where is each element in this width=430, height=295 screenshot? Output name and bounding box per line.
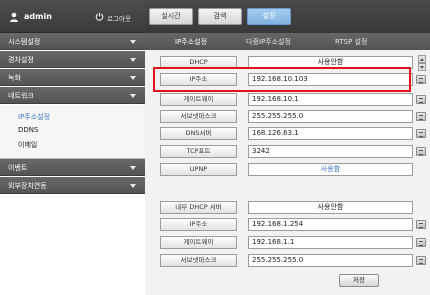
scroll-down-icon[interactable] <box>418 63 426 71</box>
chevron-down-icon <box>130 76 136 80</box>
internal-ip-row: IP주소 192.168.1.254 <box>145 217 430 232</box>
sidebar-item-system[interactable]: 시스템설정 <box>0 33 145 50</box>
user-icon <box>10 12 18 22</box>
upnp-label: UPNP <box>160 163 237 176</box>
logout-button[interactable]: 로그아웃 <box>107 13 131 23</box>
subtab-multi-ip[interactable]: 다중IP주소설정 <box>246 37 291 47</box>
chevron-down-icon <box>130 40 136 44</box>
keyboard-icon[interactable] <box>416 129 426 138</box>
chevron-down-icon <box>130 166 136 170</box>
ip-label: IP주소 <box>160 73 237 86</box>
sub-tab-bar: IP주소설정 다중IP주소설정 RTSP 설정 <box>145 33 430 50</box>
user-bar: admin 로그아웃 <box>0 0 145 33</box>
upnp-row: UPNP 사용함 <box>145 162 430 177</box>
ip-row: IP주소 192.168.10.103 <box>145 72 430 87</box>
dhcp-select[interactable]: 사용안함 <box>248 56 413 69</box>
submenu-item-ip[interactable]: IP주소설정 <box>18 112 50 122</box>
keyboard-icon[interactable] <box>416 256 426 265</box>
internal-dhcp-row: 내부 DHCP 서버 사용안함 <box>145 200 430 215</box>
tcp-port-field[interactable]: 3242 <box>248 145 413 158</box>
keyboard-icon[interactable] <box>416 75 426 84</box>
internal-gateway-field[interactable]: 192.168.1.1 <box>248 236 413 249</box>
internal-subnet-label: 서브넷마스크 <box>160 254 237 267</box>
sidebar-item-network[interactable]: 네트워크 <box>0 87 145 104</box>
tcp-port-label: TCP포트 <box>160 145 237 158</box>
internal-ip-label: IP주소 <box>160 218 237 231</box>
sidebar-item-label: 시스템설정 <box>8 38 41 46</box>
dns-field[interactable]: 168.126.63.1 <box>248 127 413 140</box>
sidebar-item-label: 외부장치연동 <box>8 182 47 190</box>
sidebar-item-record[interactable]: 녹화 <box>0 69 145 86</box>
power-icon[interactable] <box>95 12 104 21</box>
internal-dhcp-label: 내부 DHCP 서버 <box>160 201 237 214</box>
internal-subnet-row: 서브넷마스크 255.255.255.0 <box>145 253 430 268</box>
main-tab-bar: 실시간 검색 설정 <box>145 0 430 33</box>
tab-live[interactable]: 실시간 <box>149 8 193 25</box>
chevron-down-icon <box>130 94 136 98</box>
network-submenu: IP주소설정 DDNS 이메일 <box>0 105 145 159</box>
sidebar-item-event[interactable]: 이벤트 <box>0 159 145 176</box>
internal-gateway-row: 게이트웨이 192.168.1.1 <box>145 235 430 250</box>
username: admin <box>24 12 52 21</box>
dns-label: DNS서버 <box>160 127 237 140</box>
keyboard-icon[interactable] <box>416 112 426 121</box>
keyboard-icon[interactable] <box>416 147 426 156</box>
save-button[interactable]: 저장 <box>339 274 379 287</box>
upnp-select[interactable]: 사용함 <box>248 163 413 176</box>
sidebar: 시스템설정 경차설정 녹화 네트워크 IP주소설정 DDNS 이메일 이벤트 외… <box>0 33 145 295</box>
keyboard-icon[interactable] <box>416 220 426 229</box>
subtab-ip-settings[interactable]: IP주소설정 <box>175 37 207 47</box>
sidebar-item-label: 녹화 <box>8 74 21 82</box>
dhcp-label: DHCP <box>160 56 237 69</box>
internal-dhcp-select[interactable]: 사용안함 <box>248 201 413 214</box>
tab-settings[interactable]: 설정 <box>247 8 291 25</box>
sidebar-item-label: 네트워크 <box>8 92 34 100</box>
subtab-rtsp[interactable]: RTSP 설정 <box>335 37 367 47</box>
ip-field[interactable]: 192.168.10.103 <box>248 73 413 86</box>
internal-ip-field[interactable]: 192.168.1.254 <box>248 218 413 231</box>
keyboard-icon[interactable] <box>416 95 426 104</box>
scroll-up-icon[interactable] <box>418 55 426 63</box>
internal-gateway-label: 게이트웨이 <box>160 236 237 249</box>
sidebar-item-label: 경차설정 <box>8 56 34 64</box>
chevron-down-icon <box>130 184 136 188</box>
chevron-down-icon <box>130 58 136 62</box>
tcp-port-row: TCP포트 3242 <box>145 144 430 159</box>
sidebar-item-external[interactable]: 외부장치연동 <box>0 177 145 194</box>
dns-row: DNS서버 168.126.63.1 <box>145 126 430 141</box>
subnet-field[interactable]: 255.255.255.0 <box>248 110 413 123</box>
settings-panel: DHCP 사용안함 IP주소 192.168.10.103 게이트웨이 192.… <box>145 50 430 295</box>
submenu-item-ddns[interactable]: DDNS <box>18 126 38 134</box>
subnet-row: 서브넷마스크 255.255.255.0 <box>145 109 430 124</box>
gateway-field[interactable]: 192.168.10.1 <box>248 93 413 106</box>
sidebar-item-alarm[interactable]: 경차설정 <box>0 51 145 68</box>
sidebar-item-label: 이벤트 <box>8 164 28 172</box>
internal-subnet-field[interactable]: 255.255.255.0 <box>248 254 413 267</box>
keyboard-icon[interactable] <box>416 238 426 247</box>
subnet-label: 서브넷마스크 <box>160 110 237 123</box>
gateway-row: 게이트웨이 192.168.10.1 <box>145 92 430 107</box>
gateway-label: 게이트웨이 <box>160 93 237 106</box>
dhcp-row: DHCP 사용안함 <box>145 55 430 71</box>
tab-search[interactable]: 검색 <box>198 8 242 25</box>
submenu-item-email[interactable]: 이메일 <box>18 140 37 150</box>
